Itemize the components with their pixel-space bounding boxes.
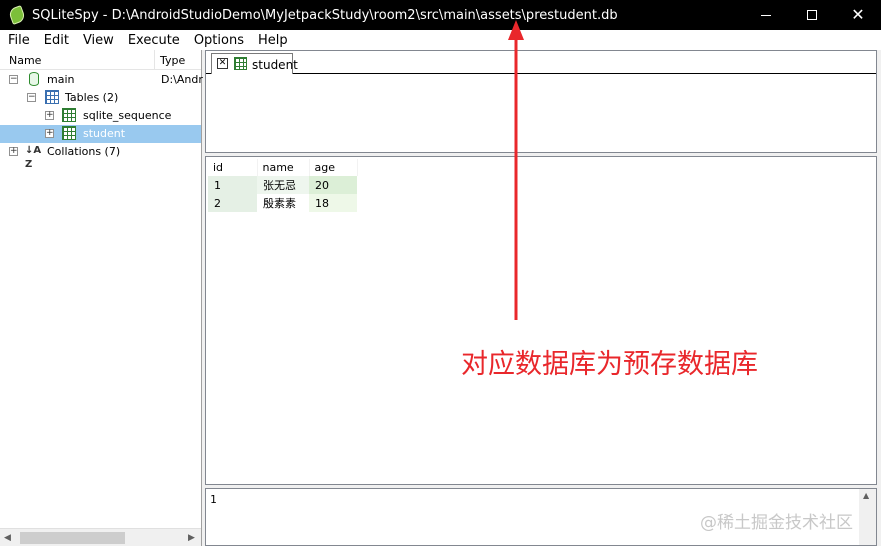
watermark-text: @稀土掘金技术社区	[700, 513, 853, 533]
tree-item-collations[interactable]: + ↓A Z Collations (7)	[0, 143, 201, 170]
editor-tab-strip: ✕ student	[206, 51, 876, 74]
tree-item-label: main	[47, 73, 75, 86]
table-icon	[234, 57, 247, 70]
column-header-age[interactable]: age	[309, 159, 358, 176]
close-button[interactable]: ✕	[835, 0, 881, 30]
tree-horizontal-scrollbar[interactable]: ◀ ▶	[0, 528, 201, 546]
sqlitespy-app-icon	[7, 5, 27, 25]
collation-icon: ↓A Z	[25, 145, 42, 170]
maximize-button[interactable]	[789, 0, 835, 30]
tree-item-type: D:\Andr	[161, 73, 203, 86]
maximize-icon	[807, 10, 817, 20]
minimize-icon	[761, 14, 771, 16]
message-text: 1	[210, 493, 217, 506]
expand-icon[interactable]: +	[9, 147, 18, 156]
collapse-icon[interactable]: −	[27, 93, 36, 102]
tree-column-name[interactable]: Name	[9, 54, 41, 67]
tree-header: Name Type	[0, 50, 201, 70]
scrollbar-thumb[interactable]	[20, 532, 125, 544]
result-grid: id name age 1 张无忌 20 2 殷素素 18	[208, 159, 358, 212]
tree-item-tables[interactable]: − Tables (2)	[0, 89, 201, 107]
title-bar: SQLiteSpy - D:\AndroidStudioDemo\MyJetpa…	[0, 0, 881, 30]
scroll-up-icon[interactable]: ▲	[863, 491, 869, 500]
column-header-name[interactable]: name	[257, 159, 310, 176]
result-header-row: id name age	[208, 159, 358, 176]
schema-tree-pane: Name Type − main D:\Andr − Tables (2) + …	[0, 50, 203, 546]
tree-column-type[interactable]: Type	[160, 54, 185, 67]
collapse-icon[interactable]: −	[9, 75, 18, 84]
annotation-text: 对应数据库为预存数据库	[461, 349, 758, 380]
tree-item-label: student	[83, 127, 126, 140]
menu-options[interactable]: Options	[187, 33, 251, 48]
cell-name[interactable]: 殷素素	[257, 194, 309, 212]
tree-item-main[interactable]: − main D:\Andr	[0, 71, 203, 89]
tree-item-label: Collations (7)	[47, 145, 121, 158]
sql-editor-panel[interactable]: ✕ student	[205, 50, 877, 153]
menu-help[interactable]: Help	[251, 33, 295, 48]
minimize-button[interactable]	[743, 0, 789, 30]
window-title: SQLiteSpy - D:\AndroidStudioDemo\MyJetpa…	[32, 7, 618, 23]
tables-icon	[45, 90, 59, 104]
table-icon	[62, 108, 76, 122]
column-header-id[interactable]: id	[208, 159, 258, 176]
menu-bar: File Edit View Execute Options Help	[0, 30, 881, 50]
table-icon	[62, 126, 76, 140]
expand-icon[interactable]: +	[45, 129, 54, 138]
close-icon: ✕	[851, 5, 865, 24]
main-pane: ✕ student id name age 1 张无忌 20 2 殷素素 18 …	[205, 50, 877, 546]
column-divider[interactable]	[154, 50, 155, 70]
cell-name[interactable]: 张无忌	[257, 176, 309, 194]
cell-age[interactable]: 20	[309, 176, 357, 194]
tree-item-label: Tables (2)	[65, 91, 119, 104]
result-grid-panel: id name age 1 张无忌 20 2 殷素素 18	[205, 156, 877, 485]
menu-file[interactable]: File	[0, 33, 37, 48]
cell-id[interactable]: 1	[208, 176, 257, 194]
tree-item-student[interactable]: + student	[0, 125, 201, 143]
menu-execute[interactable]: Execute	[121, 33, 187, 48]
menu-edit[interactable]: Edit	[37, 33, 76, 48]
menu-view[interactable]: View	[76, 33, 121, 48]
tab-student[interactable]: ✕ student	[211, 53, 298, 74]
sqlitespy-window: SQLiteSpy - D:\AndroidStudioDemo\MyJetpa…	[0, 0, 881, 546]
close-tab-icon[interactable]: ✕	[217, 58, 228, 69]
cell-age[interactable]: 18	[309, 194, 357, 212]
scroll-left-icon[interactable]: ◀	[4, 533, 11, 543]
table-row[interactable]: 1 张无忌 20	[208, 176, 357, 194]
tree-item-label: sqlite_sequence	[83, 109, 172, 122]
table-row[interactable]: 2 殷素素 18	[208, 194, 357, 212]
tree-item-sqlite-sequence[interactable]: + sqlite_sequence	[0, 107, 201, 125]
scroll-right-icon[interactable]: ▶	[188, 533, 195, 543]
cell-id[interactable]: 2	[208, 194, 257, 212]
database-icon	[29, 72, 39, 86]
tab-label: student	[252, 58, 298, 72]
message-vertical-scrollbar[interactable]: ▲	[859, 489, 876, 545]
expand-icon[interactable]: +	[45, 111, 54, 120]
